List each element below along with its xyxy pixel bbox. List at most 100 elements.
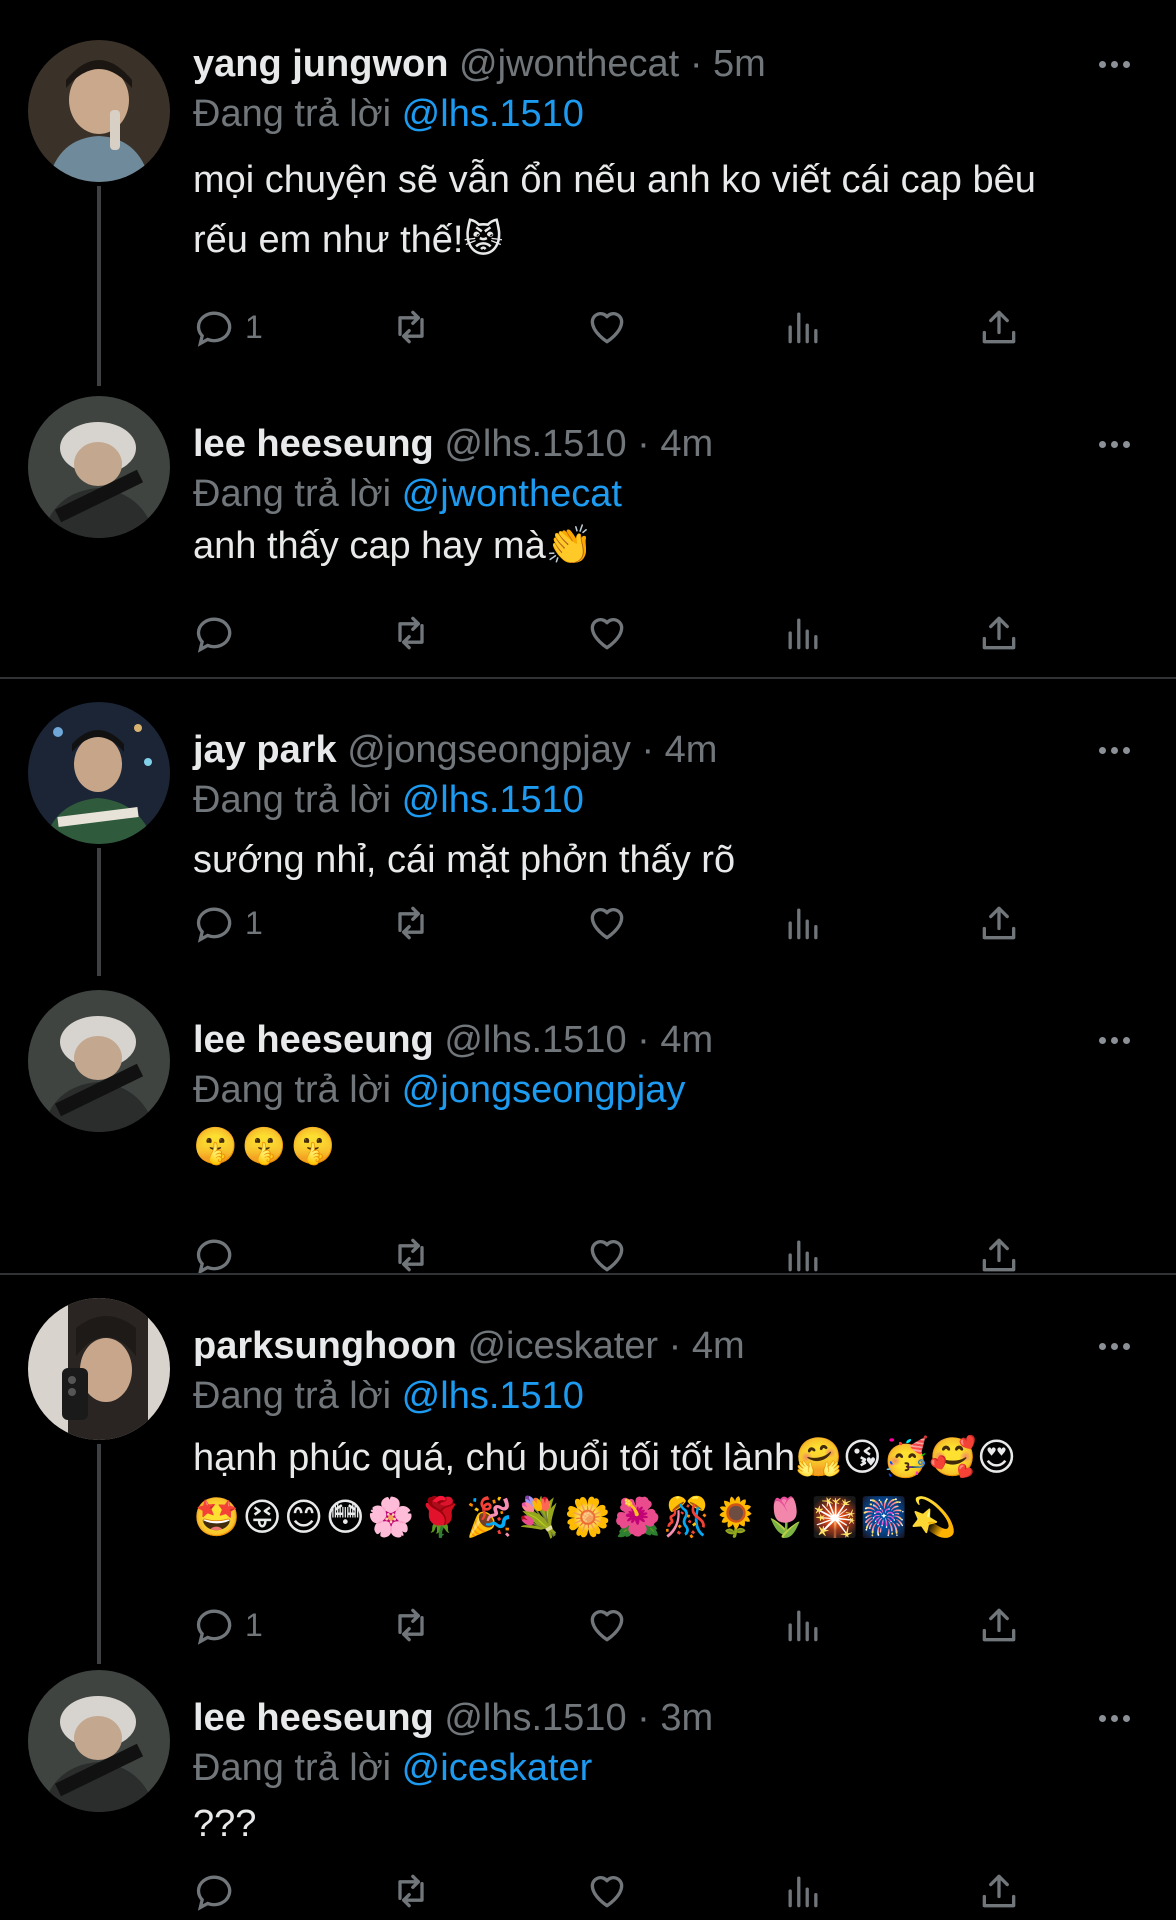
display-name[interactable]: lee heeseung [193,1019,434,1061]
views-button[interactable] [781,898,825,948]
timestamp[interactable]: 4m [660,1019,713,1061]
mention-link[interactable]: @lhs.1510 [402,779,584,821]
user-handle[interactable]: @iceskater [467,1325,658,1367]
tweet-header: parksunghoon @iceskater · 4m [193,1322,1096,1370]
timestamp[interactable]: 4m [660,423,713,465]
tweet-lhs1510-reply-1[interactable]: lee heeseung @lhs.1510 · 4m Đang trả lời… [0,390,1176,678]
heart-icon [590,618,624,650]
mention-link[interactable]: @lhs.1510 [402,1375,584,1417]
thread-line [97,186,101,386]
like-button[interactable] [585,608,629,658]
replying-to: Đang trả lời @jwonthecat [193,470,622,518]
tweet-header: lee heeseung @lhs.1510 · 4m [193,420,1096,468]
avatar-lhs1510[interactable] [28,990,170,1132]
reply-count: 1 [245,308,263,345]
replying-to-label: Đang trả lời [193,779,392,821]
user-handle[interactable]: @lhs.1510 [444,423,626,465]
tweet-lhs1510-reply-2[interactable]: lee heeseung @lhs.1510 · 4m Đang trả lời… [0,980,1176,1275]
more-dots-icon[interactable] [1092,42,1136,86]
like-button[interactable] [585,302,629,352]
avatar-jwonthecat[interactable] [28,40,170,182]
retweet-button[interactable] [389,302,433,352]
retweet-button[interactable] [389,898,433,948]
mention-link[interactable]: @lhs.1510 [402,93,584,135]
retweet-icon [398,906,424,940]
reply-button[interactable]: 1 [193,302,263,352]
retweet-icon [398,616,424,650]
reply-bubble-icon [196,1875,232,1911]
like-button[interactable] [585,1866,629,1916]
share-button[interactable] [977,302,1021,352]
retweet-button[interactable] [389,1866,433,1916]
timestamp[interactable]: 4m [692,1325,745,1367]
display-name[interactable]: parksunghoon [193,1325,457,1367]
views-button[interactable] [781,1600,825,1650]
avatar-iceskater[interactable] [28,1298,170,1440]
reply-bubble-icon [196,1609,232,1645]
replying-to-label: Đang trả lời [193,1375,392,1417]
tweet-text: hạnh phúc quá, chú buổi tối tốt lành🤗😘🥳🥰… [193,1428,1116,1548]
tweet-jwonthecat[interactable]: yang jungwon @jwonthecat · 5m Đang trả l… [0,0,1176,390]
avatar-jongseongpjay[interactable] [28,702,170,844]
tweet-jongseongpjay[interactable]: jay park @jongseongpjay · 4m Đang trả lờ… [0,680,1176,980]
user-handle[interactable]: @lhs.1510 [444,1697,626,1739]
share-button[interactable] [977,898,1021,948]
tweet-actions: 1 [193,898,1033,948]
share-button[interactable] [977,1866,1021,1916]
thread-divider [0,1273,1176,1275]
views-button[interactable] [781,1866,825,1916]
reply-button[interactable] [193,1866,245,1916]
mention-link[interactable]: @jwonthecat [402,473,622,515]
separator-dot: · [689,43,703,85]
tweet-text-line: sướng nhỉ, cái mặt phởn thấy rõ [193,839,736,881]
analytics-bars-icon [788,1240,818,1272]
reply-button[interactable]: 1 [193,898,263,948]
tweet-iceskater[interactable]: parksunghoon @iceskater · 4m Đang trả lờ… [0,1276,1176,1666]
retweet-button[interactable] [389,1600,433,1650]
retweet-icon [398,1608,424,1642]
avatar-lhs1510[interactable] [28,1670,170,1812]
more-dots-icon[interactable] [1092,422,1136,466]
share-upload-icon [982,906,1016,940]
timestamp[interactable]: 3m [660,1697,713,1739]
reply-button[interactable]: 1 [193,1600,263,1650]
mention-link[interactable]: @iceskater [402,1747,593,1789]
more-dots-icon[interactable] [1092,1018,1136,1062]
timestamp[interactable]: 5m [713,43,766,85]
tweet-actions: 1 [193,1600,1033,1650]
retweet-icon [398,1238,424,1272]
replying-to-label: Đang trả lời [193,1747,392,1789]
avatar-lhs1510[interactable] [28,396,170,538]
views-button[interactable] [781,608,825,658]
views-button[interactable] [781,302,825,352]
like-button[interactable] [585,1600,629,1650]
share-button[interactable] [977,608,1021,658]
tweet-text: 🤫🤫🤫 [193,1116,339,1176]
more-dots-icon[interactable] [1092,1696,1136,1740]
user-handle[interactable]: @lhs.1510 [444,1019,626,1061]
share-upload-icon [982,1874,1016,1908]
tweet-text: mọi chuyện sẽ vẫn ổn nếu anh ko viết cái… [193,150,1116,270]
separator-dot: · [637,1019,650,1061]
display-name[interactable]: yang jungwon [193,43,448,85]
user-handle[interactable]: @jwonthecat [459,43,679,85]
display-name[interactable]: lee heeseung [193,423,434,465]
retweet-button[interactable] [389,608,433,658]
more-dots-icon[interactable] [1092,728,1136,772]
more-dots-icon[interactable] [1092,1324,1136,1368]
display-name[interactable]: lee heeseung [193,1697,434,1739]
tweet-actions [193,1866,1033,1916]
share-button[interactable] [977,1600,1021,1650]
reply-button[interactable] [193,608,245,658]
timestamp[interactable]: 4m [665,729,718,771]
user-handle[interactable]: @jongseongpjay [347,729,631,771]
like-button[interactable] [585,898,629,948]
retweet-icon [398,310,424,344]
separator-dot: · [641,729,655,771]
replying-to: Đang trả lời @lhs.1510 [193,90,584,138]
tweet-header: lee heeseung @lhs.1510 · 4m [193,1016,1096,1064]
display-name[interactable]: jay park [193,729,337,771]
mention-link[interactable]: @jongseongpjay [402,1069,686,1111]
separator-dot: · [637,423,650,465]
tweet-lhs1510-reply-3[interactable]: lee heeseung @lhs.1510 · 3m Đang trả lời… [0,1666,1176,1920]
